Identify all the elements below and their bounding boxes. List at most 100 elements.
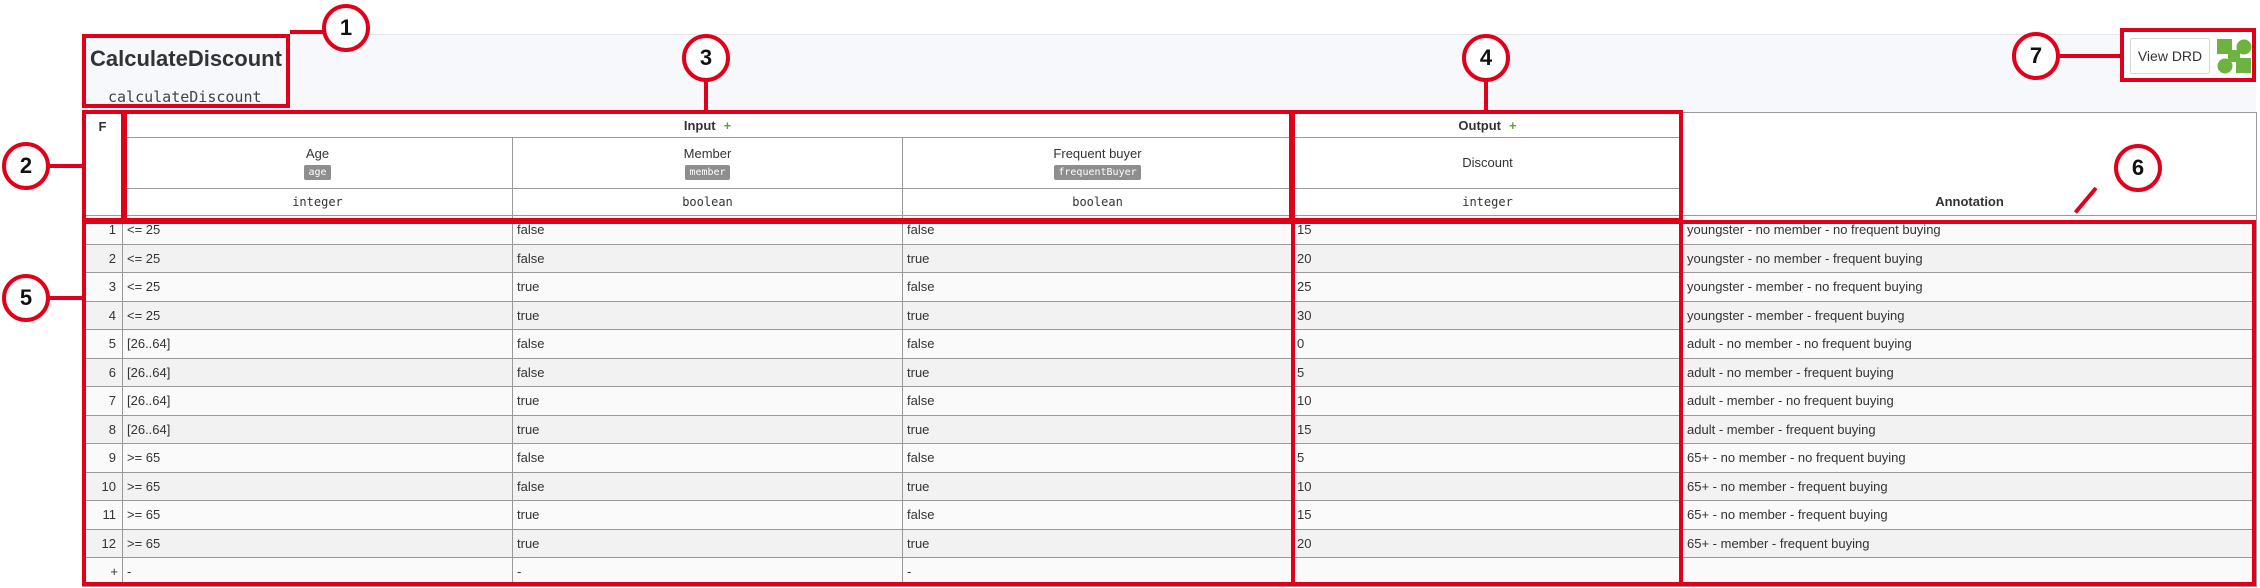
callout-marker-6: 6 [2114,144,2162,192]
rule-cell-age[interactable]: >= 65 [122,528,513,558]
new-rule-cell-discount[interactable] [1292,557,1684,587]
rule-annotation[interactable]: 65+ - no member - frequent buying [1682,471,2258,501]
rule-cell-frequent-buyer[interactable]: false [901,215,1294,245]
rule-cell-age[interactable]: >= 65 [122,471,513,501]
rule-cell-age[interactable]: <= 25 [122,272,513,302]
rule-cell-discount[interactable]: 5 [1292,357,1684,387]
rule-cell-frequent-buyer[interactable]: true [901,300,1294,330]
rule-annotation[interactable]: youngster - member - frequent buying [1682,300,2258,330]
rule-cell-discount[interactable]: 10 [1292,386,1684,416]
rule-cell-frequent-buyer[interactable]: true [901,357,1294,387]
rule-cell-member[interactable]: true [512,414,903,444]
variable-badge-frequent-buyer: frequentBuyer [1054,164,1141,180]
input-header-age[interactable]: Age age [122,137,513,189]
rule-cell-member[interactable]: false [512,215,903,245]
input-header-member[interactable]: Member member [512,137,903,189]
rule-cell-age[interactable]: <= 25 [122,243,513,273]
rule-cell-discount[interactable]: 15 [1292,414,1684,444]
rule-cell-age[interactable]: [26..64] [122,329,513,359]
rule-annotation[interactable]: adult - no member - frequent buying [1682,357,2258,387]
rule-annotation[interactable]: 65+ - no member - frequent buying [1682,500,2258,530]
rule-cell-frequent-buyer[interactable]: false [901,272,1294,302]
rule-cell-discount[interactable]: 15 [1292,215,1684,245]
rule-cell-member[interactable]: false [512,443,903,473]
hit-policy-cell[interactable]: F [82,112,123,216]
rule-cell-frequent-buyer[interactable]: true [901,414,1294,444]
rule-cell-member[interactable]: true [512,272,903,302]
input-type-member[interactable]: boolean [512,188,903,216]
rule-cell-member[interactable]: false [512,471,903,501]
rule-row: 6 [26..64] false true 5 adult - no member - f… [82,357,2258,387]
input-type-age[interactable]: integer [122,188,513,216]
rule-cell-age[interactable]: <= 25 [122,215,513,245]
rule-cell-member[interactable]: true [512,386,903,416]
rule-number: 4 [82,300,123,330]
rule-cell-discount[interactable]: 25 [1292,272,1684,302]
rule-cell-member[interactable]: true [512,528,903,558]
rule-cell-member[interactable]: false [512,243,903,273]
rule-cell-discount[interactable]: 10 [1292,471,1684,501]
rule-number: 12 [82,528,123,558]
rule-number: 5 [82,329,123,359]
rule-cell-age[interactable]: >= 65 [122,500,513,530]
new-rule-annotation[interactable] [1682,557,2258,587]
rule-cell-frequent-buyer[interactable]: false [901,443,1294,473]
new-rule-row: + - - - [82,557,2258,587]
rule-cell-frequent-buyer[interactable]: false [901,329,1294,359]
output-label: Output [1458,117,1502,133]
rule-cell-member[interactable]: true [512,500,903,530]
drd-controls: View DRD [2120,28,2256,82]
rule-cell-discount[interactable]: 0 [1292,329,1684,359]
rule-cell-discount[interactable]: 5 [1292,443,1684,473]
rule-number: 9 [82,443,123,473]
rule-cell-member[interactable]: false [512,329,903,359]
rule-cell-member[interactable]: true [512,300,903,330]
rule-cell-frequent-buyer[interactable]: true [901,243,1294,273]
rule-annotation[interactable]: adult - member - frequent buying [1682,414,2258,444]
rule-cell-age[interactable]: [26..64] [122,386,513,416]
new-rule-cell-frequent-buyer[interactable]: - [901,557,1294,587]
rule-annotation[interactable]: adult - no member - no frequent buying [1682,329,2258,359]
callout-marker-5: 5 [2,274,50,322]
new-rule-cell-member[interactable]: - [512,557,903,587]
rule-annotation[interactable]: youngster - no member - no frequent buyi… [1682,215,2258,245]
input-label-member: Member [683,146,732,162]
rule-cell-discount[interactable]: 20 [1292,528,1684,558]
rule-annotation[interactable]: 65+ - member - frequent buying [1682,528,2258,558]
add-output-button[interactable]: + [1509,118,1517,133]
rule-cell-discount[interactable]: 15 [1292,500,1684,530]
view-drd-button[interactable]: View DRD [2130,38,2210,74]
decision-header: CalculateDiscount calculateDiscount [82,34,290,108]
rule-annotation[interactable]: adult - member - no frequent buying [1682,386,2258,416]
rule-cell-member[interactable]: false [512,357,903,387]
rule-cell-age[interactable]: [26..64] [122,357,513,387]
rule-cell-age[interactable]: <= 25 [122,300,513,330]
rule-cell-frequent-buyer[interactable]: true [901,471,1294,501]
rule-cell-age[interactable]: [26..64] [122,414,513,444]
rule-annotation[interactable]: youngster - no member - frequent buying [1682,243,2258,273]
annotation-header[interactable]: Annotation [1682,112,2258,216]
rule-annotation[interactable]: youngster - member - no frequent buying [1682,272,2258,302]
rule-row: 4 <= 25 true true 30 youngster - member - fre… [82,300,2258,330]
decision-id[interactable]: calculateDiscount [108,88,262,106]
output-header-discount[interactable]: Discount [1292,137,1684,189]
input-header-frequent-buyer[interactable]: Frequent buyer frequentBuyer [901,137,1294,189]
rule-number: 3 [82,272,123,302]
rule-cell-discount[interactable]: 20 [1292,243,1684,273]
new-rule-cell-age[interactable]: - [122,557,513,587]
decision-name[interactable]: CalculateDiscount [90,46,282,72]
rule-cell-frequent-buyer[interactable]: false [901,386,1294,416]
drd-diagram-icon[interactable] [2216,38,2252,74]
rule-cell-age[interactable]: >= 65 [122,443,513,473]
rule-annotation[interactable]: 65+ - no member - no frequent buying [1682,443,2258,473]
callout-marker-7: 7 [2012,32,2060,80]
input-type-frequent-buyer[interactable]: boolean [901,188,1294,216]
add-input-button[interactable]: + [724,118,732,133]
rule-cell-frequent-buyer[interactable]: false [901,500,1294,530]
rule-cell-discount[interactable]: 30 [1292,300,1684,330]
rule-cell-frequent-buyer[interactable]: true [901,528,1294,558]
rule-number: 7 [82,386,123,416]
output-type-discount[interactable]: integer [1292,188,1684,216]
rule-row: 10 >= 65 false true 10 65+ - no member - freq… [82,471,2258,501]
add-rule-button[interactable]: + [82,557,123,587]
